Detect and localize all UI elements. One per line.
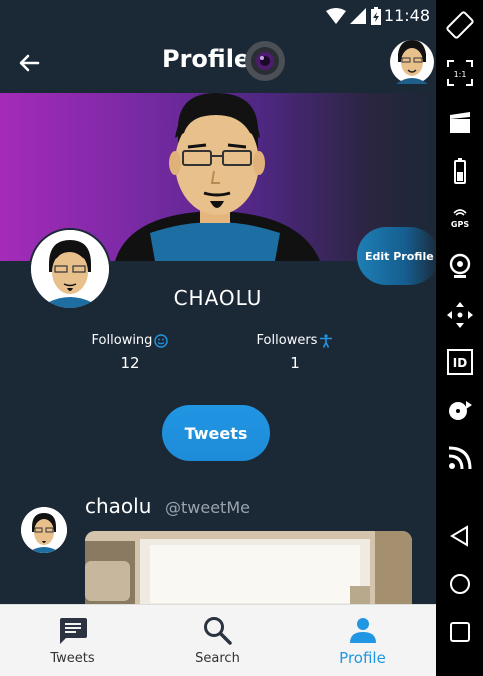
home-icon <box>450 574 470 594</box>
webcam-icon <box>449 253 471 278</box>
following-count: 12 <box>120 354 140 372</box>
following-stat[interactable]: Following 12 <box>60 329 200 372</box>
profile-username: CHAOLU <box>173 286 263 310</box>
rss-button[interactable] <box>445 443 475 473</box>
tweet-avatar[interactable] <box>21 507 67 553</box>
followers-label: Followers <box>256 333 318 348</box>
avatar-icon <box>390 40 434 84</box>
gps-button[interactable]: GPS <box>445 203 475 233</box>
battery-button[interactable] <box>445 156 475 186</box>
nav-search-label: Search <box>195 651 240 666</box>
nav-profile[interactable]: Profile <box>290 605 435 676</box>
chat-bubble-icon <box>59 618 87 644</box>
resize-icon-label: 1:1 <box>454 70 467 79</box>
rotate-icon <box>446 11 474 39</box>
rss-icon <box>448 446 472 470</box>
status-icons <box>326 7 382 25</box>
gps-icon: GPS <box>451 209 469 229</box>
following-label-row: Following <box>92 333 169 348</box>
followers-label-row: Followers <box>257 333 334 348</box>
screen-record-button[interactable] <box>445 108 475 138</box>
back-icon <box>450 525 468 547</box>
rotate-button[interactable] <box>445 10 475 40</box>
followers-count: 1 <box>290 354 300 372</box>
back-button[interactable] <box>14 48 44 78</box>
status-bar: 11:48 <box>0 0 436 32</box>
tweet-author-handle: @tweetMe <box>165 498 250 517</box>
resize-icon: 1:1 <box>447 60 473 86</box>
resize-button[interactable]: 1:1 <box>445 58 475 88</box>
battery-icon <box>454 158 466 184</box>
gps-icon-label: GPS <box>451 220 469 229</box>
tweet-author-name: chaolu <box>85 494 152 518</box>
nav-tweets-label: Tweets <box>50 651 95 666</box>
app-bar: Profile <box>0 32 436 92</box>
id-icon-label: ID <box>453 356 467 370</box>
nav-search[interactable]: Search <box>145 605 290 676</box>
person-icon <box>349 618 376 643</box>
id-icon: ID <box>447 349 473 375</box>
banner-portrait-image <box>115 93 320 261</box>
emulator-side-toolbar: 1:1 GPS ID <box>436 0 483 676</box>
nav-back-button[interactable] <box>445 521 475 551</box>
battery-status-icon <box>371 7 381 25</box>
camera-button[interactable] <box>445 251 475 281</box>
avatar-icon <box>21 507 67 553</box>
nav-recents-button[interactable] <box>445 617 475 647</box>
media-button[interactable] <box>445 395 475 425</box>
search-icon <box>203 617 232 645</box>
header-avatar[interactable] <box>388 32 436 92</box>
recents-icon <box>450 622 470 642</box>
edit-profile-button[interactable]: Edit Profile <box>357 227 436 285</box>
accessibility-icon <box>320 333 333 348</box>
camera-lens-icon[interactable] <box>244 40 286 82</box>
bottom-navigation: Tweets Search Profile <box>0 604 436 676</box>
phone-screen: 11:48 Profile Edit Profile CHAOLU Follow… <box>0 0 436 676</box>
following-label: Following <box>91 333 153 348</box>
nav-tweets[interactable]: Tweets <box>0 605 145 676</box>
wifi-icon <box>326 8 346 24</box>
smile-icon <box>154 333 169 348</box>
signal-icon <box>350 8 366 24</box>
device-id-button[interactable]: ID <box>445 347 475 377</box>
status-time: 11:48 <box>383 6 430 25</box>
clapperboard-icon <box>450 112 470 133</box>
move-button[interactable] <box>445 300 475 330</box>
nav-profile-label: Profile <box>339 649 386 667</box>
followers-stat[interactable]: Followers 1 <box>225 329 365 372</box>
tweets-button[interactable]: Tweets <box>162 405 270 461</box>
media-icon <box>449 401 472 420</box>
arrow-left-icon <box>19 54 40 72</box>
move-icon <box>447 302 473 328</box>
nav-home-button[interactable] <box>445 569 475 599</box>
page-title: Profile <box>162 45 251 73</box>
